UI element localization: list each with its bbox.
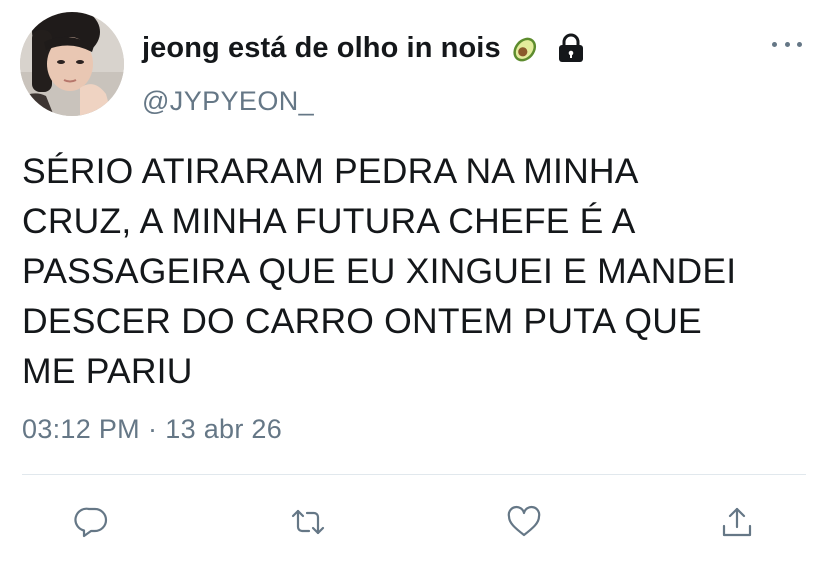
tweet-metadata: 03:12 PM · 13 abr 26: [22, 414, 282, 445]
share-button[interactable]: [715, 500, 759, 544]
display-name-text: jeong está de olho in nois: [142, 31, 501, 64]
avatar[interactable]: [20, 12, 124, 116]
tweet-date[interactable]: 13 abr 26: [165, 414, 282, 444]
avocado-icon: [509, 31, 543, 65]
reply-button[interactable]: [70, 500, 114, 544]
reply-icon: [74, 507, 108, 538]
divider: [22, 474, 806, 475]
retweet-icon: [291, 509, 325, 535]
user-handle[interactable]: @JYPYEON_: [142, 86, 314, 117]
tweet-time[interactable]: 03:12 PM: [22, 414, 140, 444]
heart-icon: [507, 505, 541, 537]
lock-icon: [557, 32, 585, 64]
more-dot: [772, 41, 777, 47]
share-icon: [722, 507, 752, 537]
meta-separator: ·: [147, 414, 158, 444]
more-dot: [784, 41, 790, 47]
like-button[interactable]: [502, 500, 546, 544]
more-options-button[interactable]: [772, 34, 802, 54]
user-display-name[interactable]: jeong está de olho in nois: [142, 28, 585, 68]
tweet-text: SÉRIO ATIRARAM PEDRA NA MINHA CRUZ, A MI…: [22, 151, 737, 391]
retweet-button[interactable]: [286, 500, 330, 544]
more-dot: [797, 41, 802, 47]
